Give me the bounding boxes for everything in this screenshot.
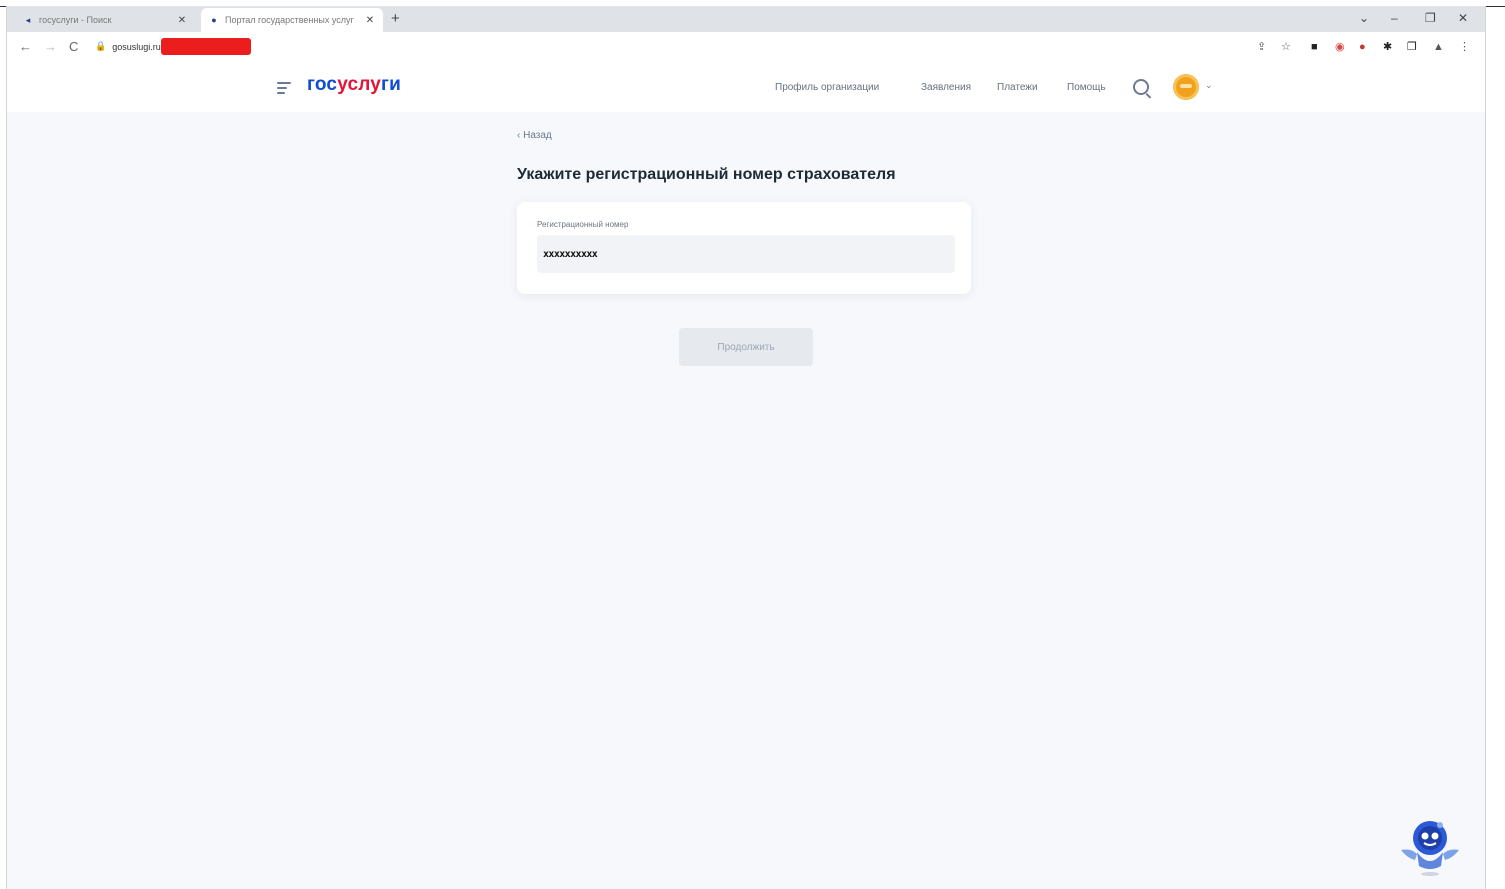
tab-search[interactable]: ◂ госуслуги - Поиск ✕ [15, 8, 195, 32]
tab-close-icon[interactable]: ✕ [363, 15, 377, 26]
tab-title: госуслуги - Поиск [39, 15, 112, 25]
avatar[interactable] [1173, 74, 1199, 100]
forward-arrow-icon[interactable]: → [44, 39, 57, 55]
nav-organization-profile[interactable]: Профиль организации [775, 82, 879, 93]
tab-search-dropdown-icon[interactable]: ⌄ [1359, 10, 1369, 26]
back-arrow-icon[interactable]: ← [19, 39, 32, 55]
back-link[interactable]: ‹ Назад [517, 130, 552, 141]
menu-icon[interactable] [277, 82, 291, 97]
tab-gosuslugi[interactable]: ● Портал государственных услуг ✕ [201, 8, 383, 32]
browser-menu-icon[interactable]: ⋮ [1459, 41, 1470, 53]
page-title: Укажите регистрационный номер страховате… [517, 166, 896, 183]
close-window-button[interactable]: ✕ [1458, 10, 1468, 26]
restore-button[interactable]: ❐ [1425, 10, 1436, 26]
nav-applications[interactable]: Заявления [921, 82, 971, 93]
extensions-puzzle-icon[interactable]: ✱ [1383, 41, 1392, 53]
new-tab-button[interactable]: + [391, 10, 400, 28]
redaction-mark [160, 38, 251, 55]
extension-icon[interactable]: ● [1359, 41, 1366, 53]
registration-number-label: Регистрационный номер [537, 220, 629, 229]
tab-close-icon[interactable]: ✕ [175, 15, 189, 26]
logo-part: услу [337, 74, 382, 95]
nav-help[interactable]: Помощь [1067, 82, 1106, 93]
share-icon[interactable]: ⇪ [1257, 41, 1266, 53]
robot-assistant-icon[interactable] [1395, 812, 1465, 878]
reload-icon[interactable]: C [69, 39, 78, 55]
form-card: Регистрационный номер [517, 202, 971, 294]
extension-icon[interactable]: ◉ [1335, 41, 1345, 53]
address-bar[interactable]: 🔒 gosuslugi.ru [95, 38, 251, 55]
nav-payments[interactable]: Платежи [997, 82, 1038, 93]
search-icon[interactable] [1133, 79, 1149, 95]
profile-icon[interactable]: ▲ [1433, 41, 1444, 53]
lock-icon[interactable]: 🔒 [95, 41, 106, 52]
registration-number-input[interactable] [537, 235, 955, 273]
tab-title: Портал государственных услуг [225, 15, 354, 25]
logo-part: ги [381, 74, 402, 95]
gosuslugi-logo[interactable]: госуслуги [307, 74, 401, 96]
side-panel-icon[interactable]: ❐ [1407, 41, 1417, 53]
minimize-button[interactable]: – [1391, 10, 1398, 26]
tab-bar: ◂ госуслуги - Поиск ✕ ● Портал государст… [7, 6, 1485, 32]
logo-part: гос [307, 74, 338, 95]
continue-button[interactable]: Продолжить [679, 328, 813, 366]
extension-icon[interactable]: ■ [1311, 41, 1318, 53]
search-engine-icon: ◂ [25, 14, 31, 25]
browser-toolbar: ← → C 🔒 gosuslugi.ru ⇪ ☆ ■ ◉ ● ✱ ❐ ▲ ⋮ [7, 32, 1485, 62]
site-header: госуслуги Профиль организации Заявления … [7, 62, 1485, 112]
browser-window: ◂ госуслуги - Поиск ✕ ● Портал государст… [6, 6, 1486, 889]
bookmark-star-icon[interactable]: ☆ [1281, 41, 1291, 53]
gosuslugi-favicon: ● [211, 15, 217, 25]
url-text: gosuslugi.ru [112, 41, 161, 52]
chevron-down-icon[interactable]: ⌄ [1205, 80, 1213, 91]
